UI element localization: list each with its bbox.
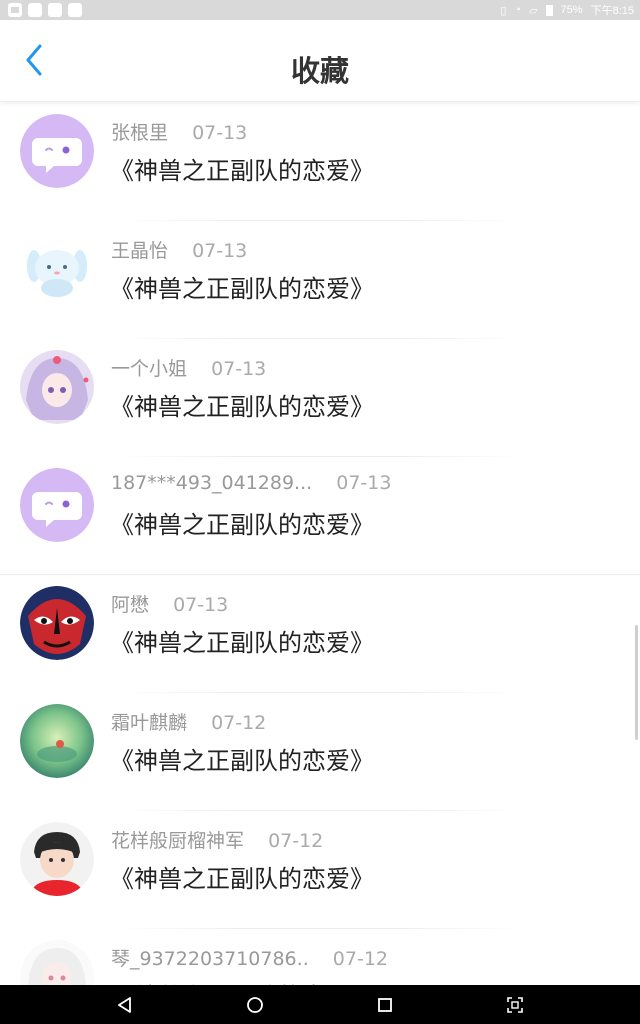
chat-bubble-avatar xyxy=(20,114,94,188)
recents-square-icon xyxy=(378,997,392,1012)
list-item[interactable]: 张根里 07-13 《神兽之正副队的恋爱》 xyxy=(0,103,640,221)
item-meta: 一个小姐 07-13 xyxy=(111,354,266,381)
item-date: 07-13 xyxy=(336,472,392,494)
green-landscape-avatar xyxy=(20,704,94,778)
item-date: 07-13 xyxy=(192,122,248,144)
nav-back-button[interactable] xyxy=(105,985,145,1024)
cartoon-rabbit-avatar xyxy=(20,232,94,306)
item-date: 07-12 xyxy=(332,948,388,970)
user-name: 阿懋 xyxy=(111,594,150,616)
scrollbar[interactable] xyxy=(635,625,638,740)
system-nav-bar xyxy=(0,985,640,1024)
list-item[interactable]: 霜叶麒麟 07-12 《神兽之正副队的恋爱》 xyxy=(0,693,640,811)
sim-icon: ▱ xyxy=(529,4,538,17)
nav-screenshot-button[interactable] xyxy=(495,985,535,1024)
home-circle-icon xyxy=(247,996,263,1013)
wifi-icon: ◔ xyxy=(514,4,522,16)
user-name: 花样般厨榴神军 xyxy=(111,830,245,852)
list-item[interactable]: 187***493_041289... 07-13 《神兽之正副队的恋爱》 xyxy=(0,457,640,575)
work-title[interactable]: 《神兽之正副队的恋爱》 xyxy=(110,269,374,304)
opera-mask-avatar xyxy=(20,586,94,660)
item-date: 07-12 xyxy=(268,830,324,852)
list-item[interactable]: 花样般厨榴神军 07-12 《神兽之正副队的恋爱》 xyxy=(0,811,640,929)
battery-icon xyxy=(545,4,553,16)
work-title[interactable]: 《神兽之正副队的恋爱》 xyxy=(110,387,374,422)
screenshot-icon xyxy=(507,996,523,1013)
item-meta: 阿懋 07-13 xyxy=(111,590,228,617)
item-meta: 187***493_041289... 07-13 xyxy=(111,472,391,494)
list-item[interactable]: 一个小姐 07-13 《神兽之正副队的恋爱》 xyxy=(0,339,640,457)
favorites-list[interactable]: 张根里 07-13 《神兽之正副队的恋爱》 王晶怡 07-13 《神兽之正副队的… xyxy=(0,103,640,985)
work-title[interactable]: 《神兽之正副队的恋爱》 xyxy=(110,623,374,658)
user-name: 琴_9372203710786.. xyxy=(111,948,309,970)
system-icons: ▯ ◔ ▱ 75% 下午8:15 xyxy=(500,2,634,18)
avatar[interactable] xyxy=(20,114,94,188)
user-name: 霜叶麒麟 xyxy=(111,712,188,734)
item-date: 07-13 xyxy=(173,594,229,616)
status-bar: ▯ ◔ ▱ 75% 下午8:15 xyxy=(0,0,640,20)
back-triangle-icon xyxy=(118,996,131,1013)
user-name: 张根里 xyxy=(111,122,169,144)
item-date: 07-13 xyxy=(211,358,267,380)
app-icon xyxy=(28,3,42,17)
chat-bubble-avatar xyxy=(20,468,94,542)
avatar[interactable] xyxy=(20,350,94,424)
item-meta: 张根里 07-13 xyxy=(111,118,247,145)
user-name: 一个小姐 xyxy=(111,358,188,380)
anime-girl-avatar xyxy=(20,350,94,424)
avatar[interactable] xyxy=(20,468,94,542)
list-item[interactable]: 王晶怡 07-13 《神兽之正副队的恋爱》 xyxy=(0,221,640,339)
avatar[interactable] xyxy=(20,822,94,896)
user-name: 王晶怡 xyxy=(111,240,169,262)
item-meta: 琴_9372203710786.. 07-12 xyxy=(111,944,388,971)
battery-percent: 75% xyxy=(560,4,583,16)
item-date: 07-12 xyxy=(211,712,267,734)
nav-recents-button[interactable] xyxy=(365,985,405,1024)
app-icon xyxy=(48,3,62,17)
avatar[interactable] xyxy=(20,586,94,660)
list-item[interactable]: 阿懋 07-13 《神兽之正副队的恋爱》 xyxy=(0,575,640,693)
boy-photo-avatar xyxy=(20,822,94,896)
image-icon xyxy=(8,3,22,17)
list-item[interactable]: 琴_9372203710786.. 07-12 《神兽之正副队的恋爱》 xyxy=(0,929,640,985)
app-header: 收藏 xyxy=(0,20,640,102)
item-meta: 花样般厨榴神军 07-12 xyxy=(111,826,323,853)
notification-icons xyxy=(8,3,82,17)
page-title: 收藏 xyxy=(290,54,349,88)
item-date: 07-13 xyxy=(192,240,248,262)
user-name: 187***493_041289... xyxy=(111,472,313,494)
avatar[interactable] xyxy=(20,940,94,985)
avatar[interactable] xyxy=(20,232,94,306)
work-title[interactable]: 《神兽之正副队的恋爱》 xyxy=(110,151,374,186)
clock: 下午8:15 xyxy=(590,5,634,17)
work-title[interactable]: 《神兽之正副队的恋爱》 xyxy=(110,741,374,776)
nav-home-button[interactable] xyxy=(235,985,275,1024)
item-meta: 霜叶麒麟 07-12 xyxy=(111,708,266,735)
work-title[interactable]: 《神兽之正副队的恋爱》 xyxy=(110,977,374,985)
work-title[interactable]: 《神兽之正副队的恋爱》 xyxy=(110,505,374,540)
item-meta: 王晶怡 07-13 xyxy=(111,236,247,263)
app-icon xyxy=(68,3,82,17)
avatar[interactable] xyxy=(20,704,94,778)
anime-girl-avatar xyxy=(20,940,94,985)
work-title[interactable]: 《神兽之正副队的恋爱》 xyxy=(110,859,374,894)
vibrate-icon: ▯ xyxy=(500,4,507,17)
